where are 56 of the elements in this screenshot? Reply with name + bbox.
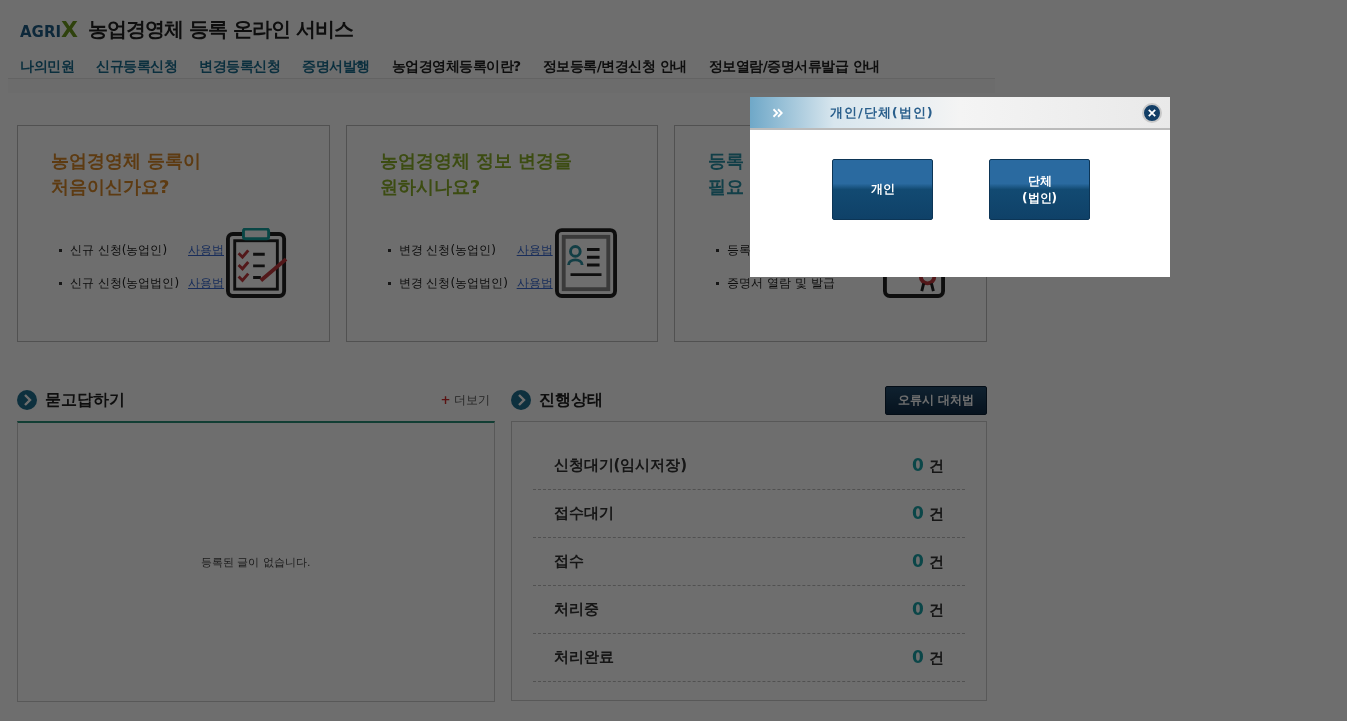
more-link[interactable]: + 더보기 (440, 391, 491, 409)
double-chevron-icon (772, 107, 784, 118)
card-title: 등록 (708, 149, 745, 173)
item-text: 변경 신청(농업인) (398, 242, 497, 259)
item-text: 신규 신청(농업법인) (70, 275, 181, 292)
bullet-icon (59, 249, 62, 252)
empty-message: 등록된 글이 없습니다. (201, 554, 311, 570)
card-title: 농업경영체 등록이 (51, 149, 202, 173)
id-card-icon (554, 228, 617, 298)
nav-item[interactable]: 정보등록/변경신청 안내 (542, 58, 687, 76)
choice-button[interactable]: 단체 (법인) (989, 159, 1090, 220)
logo[interactable]: AGRIX (20, 16, 79, 42)
status-count: 0 건 (911, 503, 944, 524)
section-title: 진행상태 (538, 389, 603, 411)
close-icon (1148, 108, 1156, 117)
status-label: 처리완료 (553, 648, 614, 667)
bullet-icon (716, 249, 720, 252)
usage-link[interactable]: 사용법 (516, 275, 553, 292)
bullet-icon (716, 282, 720, 285)
nav-item[interactable]: 정보열람/증명서류발급 안내 (708, 58, 880, 76)
nav-item[interactable]: 변경등록신청 (199, 58, 280, 76)
item-text: 등록 (727, 242, 753, 259)
usage-link[interactable]: 사용법 (188, 275, 224, 292)
status-count: 0 건 (911, 599, 944, 620)
card-title: 원하시나요? (379, 175, 481, 199)
item-text: 신규 신청(농업인) (70, 242, 169, 259)
bullet-icon (387, 282, 391, 285)
card-title: 농업경영체 정보 변경을 (379, 149, 573, 173)
item-text: 변경 신청(농업법인) (398, 275, 509, 292)
status-label: 접수 (553, 552, 584, 571)
nav-item[interactable]: 나의민원 (20, 58, 74, 76)
nav-item[interactable]: 신규등록신청 (96, 58, 177, 76)
usage-link[interactable]: 사용법 (188, 242, 224, 259)
clipboard-icon (226, 228, 288, 298)
nav-item[interactable]: 증명서발행 (302, 58, 370, 76)
status-count: 0 건 (911, 455, 944, 476)
usage-link[interactable]: 사용법 (516, 242, 553, 259)
section-title: 묻고답하기 (45, 389, 125, 411)
nav-item[interactable]: 농업경영체등록이란? (391, 58, 521, 76)
status-label: 신청대기(임시저장) (553, 456, 688, 475)
status-count: 0 건 (911, 551, 944, 572)
choice-button[interactable]: 개인 (832, 159, 933, 220)
site-title: 농업경영체 등록 온라인 서비스 (88, 15, 353, 43)
help-button[interactable]: 오류시 대처법 (884, 385, 987, 415)
card-title: 필요 (708, 175, 745, 199)
status-label: 접수대기 (553, 504, 614, 523)
chevron-icon (17, 390, 37, 410)
chevron-icon (510, 390, 531, 410)
bullet-icon (59, 282, 62, 285)
status-count: 0 건 (911, 647, 944, 668)
bullet-icon (387, 249, 391, 252)
close-button[interactable] (1142, 102, 1162, 123)
modal-title: 개인/단체(법인) (830, 103, 935, 122)
status-label: 처리중 (553, 600, 599, 619)
card-title: 처음이신가요? (51, 175, 170, 199)
item-text: 증명서 열람 및 발급 (727, 275, 836, 292)
